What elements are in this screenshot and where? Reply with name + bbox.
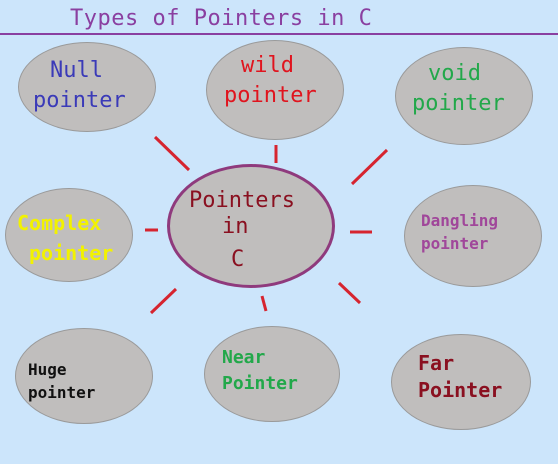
ray-void: [350, 148, 389, 186]
node-wild-pointer-line2: pointer: [224, 83, 317, 108]
node-far-pointer-line2: Pointer: [418, 378, 503, 402]
node-null-pointer-line2: pointer: [33, 88, 126, 113]
central-node-line1: Pointers: [189, 188, 295, 213]
node-wild-pointer-line1: wild: [241, 53, 294, 78]
node-dangling-pointer-line2: pointer: [421, 234, 489, 253]
ray-huge: [149, 287, 178, 315]
node-complex-pointer: [5, 188, 133, 282]
ray-null: [153, 135, 191, 172]
ray-far: [337, 281, 362, 305]
central-node-line3: C: [231, 247, 245, 272]
node-complex-pointer-line2: pointer: [29, 241, 114, 265]
node-near-pointer-line1: Near: [222, 347, 266, 368]
node-dangling-pointer-line1: Dangling: [421, 211, 499, 230]
node-huge-pointer-line2: pointer: [28, 383, 96, 402]
node-near-pointer-line2: Pointer: [222, 373, 298, 394]
node-complex-pointer-line1: Complex: [17, 211, 102, 235]
node-null-pointer: [18, 42, 156, 132]
central-node-line2: in: [222, 214, 249, 239]
node-far-pointer-line1: Far: [418, 351, 455, 375]
node-void-pointer-line2: pointer: [412, 91, 505, 116]
central-node: [167, 164, 335, 288]
ray-near: [260, 295, 268, 312]
node-void-pointer-line1: void: [428, 61, 481, 86]
node-huge-pointer-line1: Huge: [28, 360, 67, 379]
node-null-pointer-line1: Null: [50, 58, 103, 83]
